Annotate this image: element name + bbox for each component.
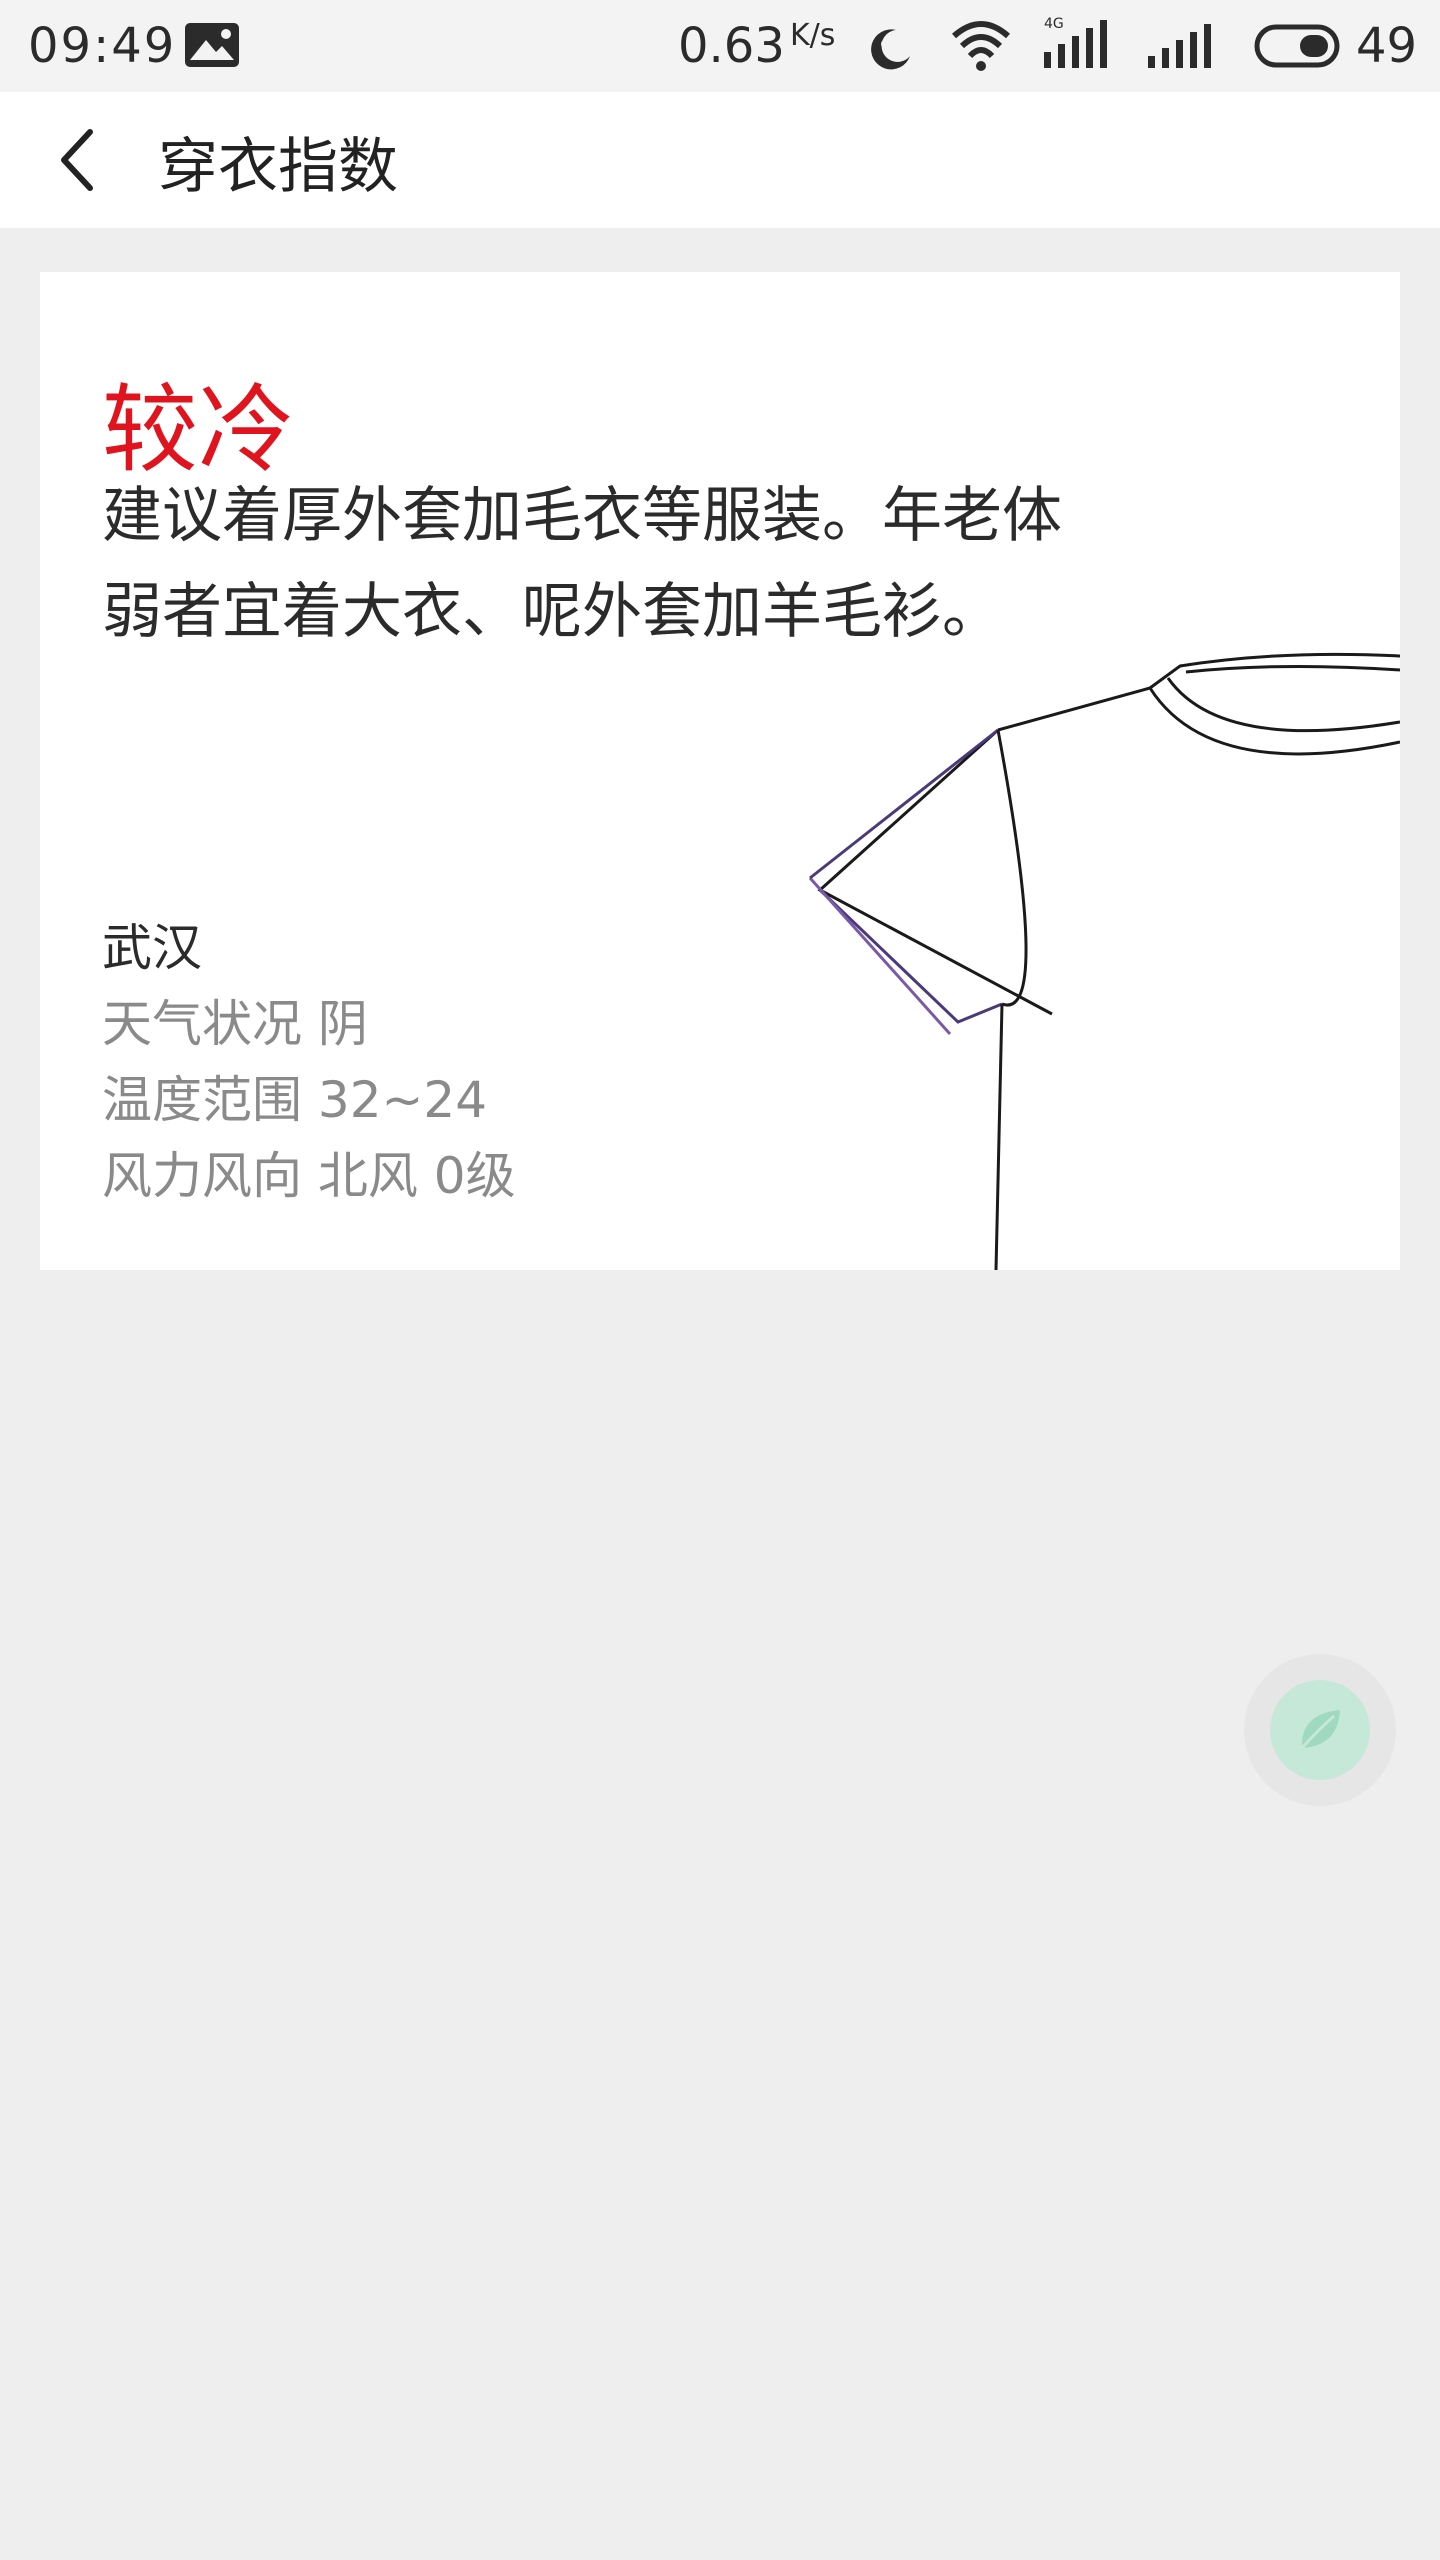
cellular-signal-icon <box>1148 24 1211 68</box>
status-time: 09:49 <box>28 18 177 74</box>
weather-info: 天气状况 阴 <box>102 984 368 1056</box>
gallery-notification-icon <box>185 23 239 67</box>
weather-label: 天气状况 <box>102 995 302 1053</box>
svg-text:4G: 4G <box>1044 16 1064 32</box>
floating-leaf-button[interactable] <box>1244 1654 1396 1806</box>
dressing-advice: 建议着厚外套加毛衣等服装。年老体弱者宜着大衣、呢外套加羊毛衫。 <box>102 481 1062 647</box>
page-title: 穿衣指数 <box>158 132 398 202</box>
temperature-info: 温度范围 32~24 <box>102 1060 487 1132</box>
wind-label: 风力风向 <box>102 1147 302 1205</box>
back-button[interactable] <box>40 122 116 198</box>
net-speed: 0.63 <box>678 18 785 74</box>
battery-icon <box>1254 24 1340 68</box>
leaf-icon <box>1300 1710 1340 1749</box>
moon-icon <box>871 29 910 70</box>
city-name: 武汉 <box>102 919 202 977</box>
wind-info: 风力风向 北风 0级 <box>102 1136 516 1208</box>
wifi-icon <box>952 21 1010 71</box>
tshirt-illustration <box>808 652 1400 1270</box>
wind-value: 北风 0级 <box>317 1147 516 1205</box>
net-speed-unit: K/s <box>790 18 836 53</box>
app-bar: 穿衣指数 <box>0 92 1440 228</box>
fab-inner-circle <box>1270 1680 1370 1780</box>
status-bar: 09:49 0.63 K/s 4G 49 <box>0 0 1440 92</box>
temperature-value: 32~24 <box>317 1071 488 1129</box>
cellular-4g-icon: 4G <box>1044 16 1107 68</box>
temperature-label: 温度范围 <box>102 1071 302 1129</box>
weather-value: 阴 <box>317 995 368 1053</box>
chevron-left-icon <box>61 129 93 191</box>
battery-level: 49 <box>1356 18 1418 74</box>
dressing-index-card: 较冷 建议着厚外套加毛衣等服装。年老体弱者宜着大衣、呢外套加羊毛衫。 武汉 天气… <box>40 272 1400 1270</box>
